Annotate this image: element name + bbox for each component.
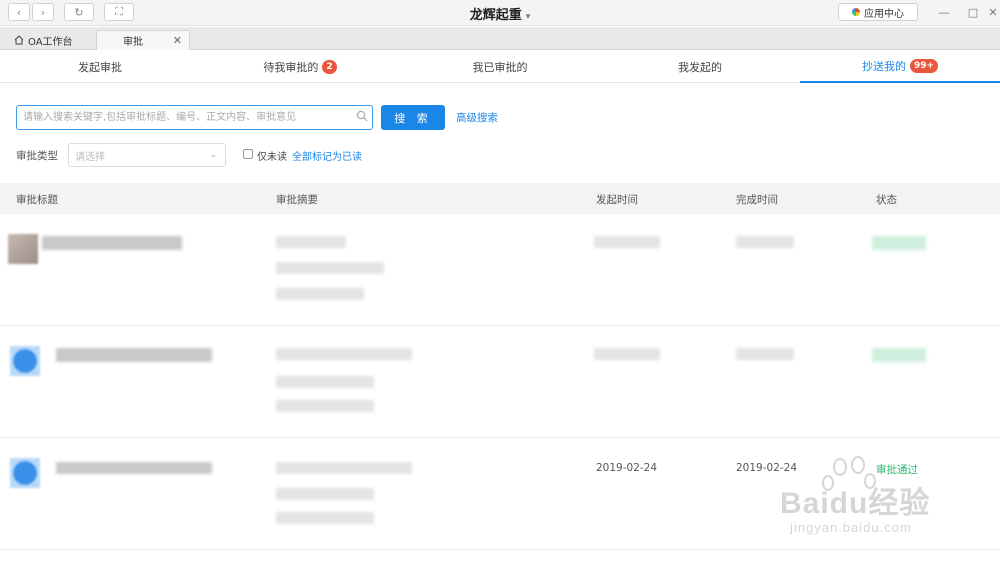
search-icon[interactable]: [356, 110, 368, 122]
blurred-title: [56, 348, 212, 362]
caret-down-icon: ▾: [525, 12, 531, 22]
chevron-right-icon: ›: [40, 5, 46, 19]
count-badge: 2: [322, 60, 337, 74]
tab-label: 发起审批: [78, 61, 122, 74]
blurred-title: [42, 236, 182, 250]
fullscreen-button[interactable]: ⛶: [104, 3, 134, 21]
chevron-left-icon: ‹: [16, 5, 22, 19]
blurred-summary: [276, 462, 412, 474]
close-window-button[interactable]: ✕: [986, 3, 1000, 21]
tab-pending-my-approval[interactable]: 待我审批的 2: [200, 51, 400, 83]
column-header-title: 审批标题: [16, 194, 58, 206]
blurred-summary: [276, 262, 384, 274]
status-badge: 审批通过: [876, 464, 918, 476]
unread-only-label[interactable]: 仅未读: [257, 148, 287, 163]
app-center-icon: [852, 8, 860, 16]
tab-cc-to-me[interactable]: 抄送我的 99+: [800, 51, 1000, 83]
table-row[interactable]: [0, 214, 1000, 326]
blurred-summary: [276, 512, 374, 524]
tab-initiate-approval[interactable]: 发起审批: [0, 51, 200, 83]
home-icon: [14, 35, 24, 45]
document-tab-strip: OA工作台 审批 ✕: [0, 27, 1000, 50]
tab-approval[interactable]: 审批 ✕: [96, 30, 190, 50]
back-button[interactable]: ‹: [8, 3, 30, 21]
tab-approval-label: 审批: [123, 37, 143, 48]
table-header: 审批标题 审批摘要 发起时间 完成时间 状态: [0, 183, 1000, 214]
tab-label: 抄送我的: [861, 60, 906, 73]
table-row[interactable]: [0, 326, 1000, 438]
blurred-status: [872, 348, 926, 362]
avatar: [8, 234, 38, 264]
unread-only-checkbox[interactable]: [243, 149, 253, 159]
column-header-start-time: 发起时间: [596, 194, 638, 206]
blurred-summary: [276, 236, 346, 248]
blurred-end-time: [736, 348, 794, 360]
end-time: 2019-02-24: [736, 462, 798, 474]
avatar: [10, 458, 40, 488]
blurred-summary: [276, 488, 374, 500]
watermark-text: Baidu经验: [780, 487, 931, 520]
app-center-label: 应用中心: [864, 8, 904, 20]
fullscreen-icon: ⛶: [115, 5, 123, 18]
blurred-start-time: [594, 348, 660, 360]
blurred-end-time: [736, 236, 794, 248]
maximize-icon: □: [967, 5, 979, 19]
tab-initiated-by-me[interactable]: 我发起的: [600, 51, 800, 83]
maximize-button[interactable]: □: [963, 3, 983, 21]
blurred-summary: [276, 400, 374, 412]
blurred-start-time: [594, 236, 660, 248]
blurred-summary: [276, 288, 364, 300]
tab-label: 待我审批的: [263, 61, 319, 74]
tab-oa-workbench-label: OA工作台: [28, 36, 73, 48]
tab-oa-workbench[interactable]: OA工作台: [4, 30, 96, 50]
refresh-icon: ↻: [74, 5, 84, 19]
window-title-text: 龙辉起重: [469, 8, 522, 23]
minimize-button[interactable]: —: [934, 3, 954, 21]
approval-type-select[interactable]: 请选择 ⌄: [68, 143, 226, 167]
column-header-status: 状态: [876, 194, 897, 206]
select-placeholder: 请选择: [75, 151, 105, 163]
close-icon: ✕: [988, 5, 998, 19]
approval-subtabs: 发起审批 待我审批的 2 我已审批的 我发起的 抄送我的 99+: [0, 51, 1000, 83]
advanced-search-link[interactable]: 高级搜索: [456, 110, 498, 125]
forward-button[interactable]: ›: [32, 3, 54, 21]
tab-label: 我已审批的: [472, 61, 528, 74]
blurred-summary: [276, 376, 374, 388]
search-button[interactable]: 搜 索: [381, 105, 445, 130]
watermark-url: jingyan.baidu.com: [790, 520, 912, 535]
column-header-summary: 审批摘要: [276, 194, 318, 206]
count-badge: 99+: [909, 59, 939, 73]
start-time: 2019-02-24: [596, 462, 658, 474]
tab-approved-by-me[interactable]: 我已审批的: [400, 51, 600, 83]
title-bar: ‹ › ↻ ⛶ 龙辉起重 ▾ 应用中心 — □ ✕: [0, 0, 1000, 26]
blurred-summary: [276, 348, 412, 360]
tab-label: 我发起的: [678, 61, 722, 74]
mark-all-read-link[interactable]: 全部标记为已读: [292, 148, 362, 163]
refresh-button[interactable]: ↻: [64, 3, 94, 21]
blurred-status: [872, 236, 926, 250]
chevron-down-icon: ⌄: [209, 150, 217, 160]
approval-type-label: 审批类型: [16, 150, 58, 162]
column-header-end-time: 完成时间: [736, 194, 778, 206]
search-input[interactable]: [16, 105, 373, 130]
close-tab-icon[interactable]: ✕: [173, 34, 182, 47]
app-center-button[interactable]: 应用中心: [838, 3, 918, 21]
minimize-icon: —: [938, 5, 950, 19]
blurred-title: [56, 462, 212, 474]
avatar: [10, 346, 40, 376]
